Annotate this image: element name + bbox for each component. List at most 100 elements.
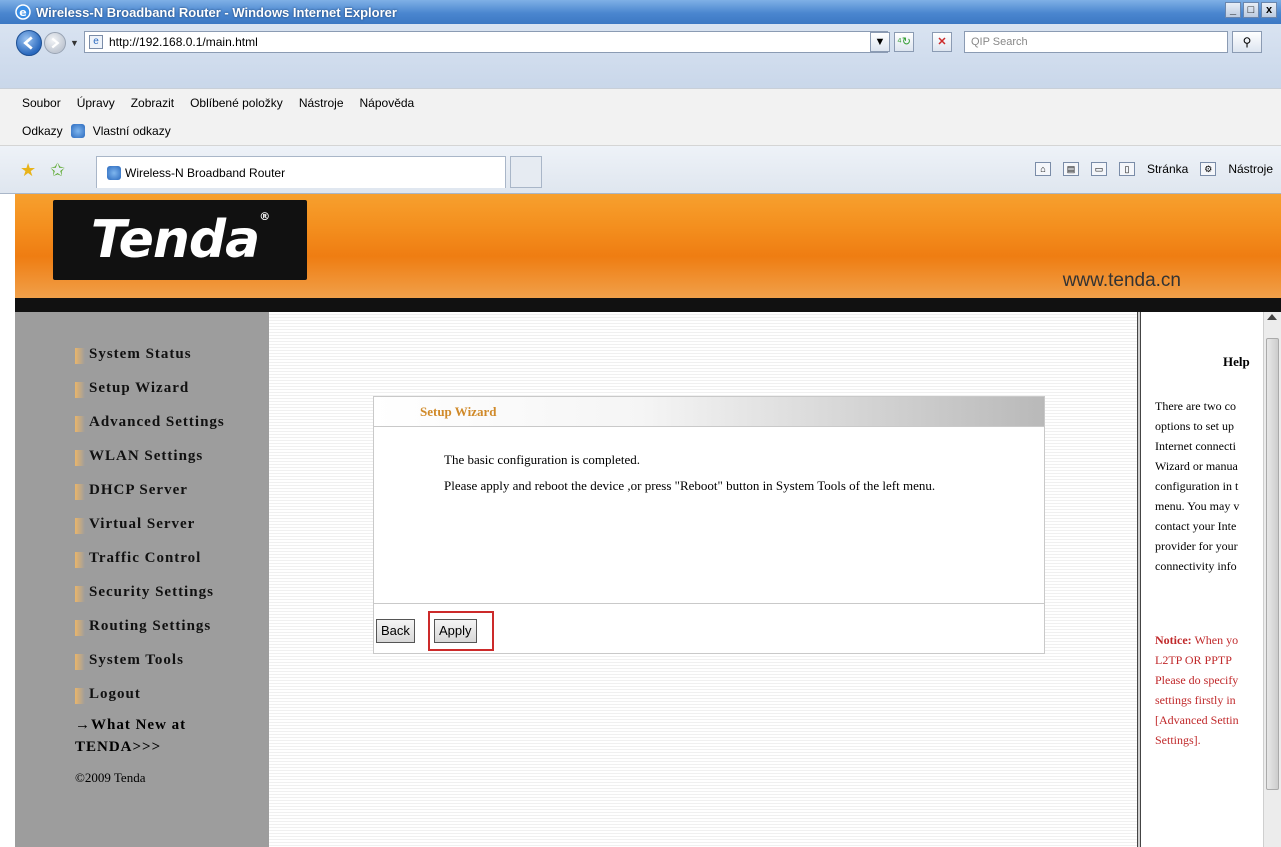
help-line: contact your Inte	[1155, 519, 1237, 533]
menu-bar: Soubor Úpravy Zobrazit Oblíbené položky …	[0, 88, 1281, 116]
tools-menu[interactable]: Nástroje	[1228, 162, 1273, 176]
menu-oblibene[interactable]: Oblíbené položky	[190, 96, 283, 110]
tab-ie-icon	[107, 165, 121, 180]
maximize-button[interactable]: □	[1243, 2, 1259, 18]
search-input[interactable]: QIP Search	[964, 31, 1228, 53]
banner: Tenda® www.tenda.cn	[15, 194, 1281, 298]
help-line: provider for your	[1155, 539, 1238, 553]
notice-line: Please do specify	[1155, 673, 1239, 687]
menu-napoveda[interactable]: Nápověda	[360, 96, 415, 110]
svg-text:e: e	[19, 6, 26, 19]
site-url: www.tenda.cn	[1062, 270, 1181, 291]
address-row: ▼ e http://192.168.0.1/main.html ▼ ⁴↻ ✕ …	[0, 24, 1281, 88]
help-line: connectivity info	[1155, 559, 1237, 573]
logo-text: Tenda®	[90, 210, 270, 270]
setup-wizard-panel: Setup Wizard The basic configuration is …	[373, 396, 1045, 654]
message-line2: Please apply and reboot the device ,or p…	[444, 478, 936, 493]
help-line: options to set up	[1155, 419, 1235, 433]
ie-link-icon	[70, 123, 85, 138]
help-notice: Notice: When yo L2TP OR PPTP Please do s…	[1155, 630, 1263, 750]
help-line: configuration in t	[1155, 479, 1239, 493]
apply-button[interactable]: Apply	[434, 619, 477, 643]
add-favorite-icon[interactable]: ✩	[50, 160, 65, 181]
home-icon[interactable]: ⌂	[1034, 162, 1051, 176]
menu-nastroje[interactable]: Nástroje	[299, 96, 344, 110]
nav-system-tools[interactable]: System Tools	[75, 652, 225, 686]
router-page: Tenda® www.tenda.cn System Status Setup …	[15, 194, 1281, 847]
history-dropdown-icon[interactable]: ▼	[70, 38, 79, 48]
print-icon[interactable]: ▭	[1090, 162, 1107, 176]
nav-dhcp-server[interactable]: DHCP Server	[75, 482, 225, 516]
menu-upravy[interactable]: Úpravy	[77, 96, 115, 110]
whats-new-link[interactable]: →What New at TENDA>>>	[75, 714, 255, 758]
message-line1: The basic configuration is completed.	[444, 452, 641, 467]
new-tab-button[interactable]	[510, 156, 542, 188]
banner-divider	[15, 298, 1281, 312]
panel-separator	[374, 603, 1044, 604]
nav-routing-settings[interactable]: Routing Settings	[75, 618, 225, 652]
forward-arrow-icon	[51, 37, 60, 49]
main-content: Setup Wizard The basic configuration is …	[269, 312, 1137, 847]
favorites-star-icon[interactable]: ★	[20, 160, 36, 181]
refresh-button[interactable]: ⁴↻	[894, 32, 914, 52]
back-arrow-icon	[23, 36, 33, 50]
menu-zobrazit[interactable]: Zobrazit	[131, 96, 174, 110]
page-menu-icon: ▯	[1118, 162, 1135, 176]
tenda-logo: Tenda®	[53, 200, 307, 280]
whats-new-line1: →What New at	[75, 717, 187, 733]
whats-new-line2: TENDA>>>	[75, 739, 162, 755]
notice-label: Notice:	[1155, 633, 1192, 647]
panel-message: The basic configuration is completed. Pl…	[444, 449, 1004, 497]
tools-gear-icon: ⚙	[1200, 162, 1217, 176]
search-button[interactable]: ⚲	[1232, 31, 1262, 53]
url-text: http://192.168.0.1/main.html	[109, 35, 258, 49]
feeds-icon[interactable]: ▤	[1062, 162, 1079, 176]
notice-line: [Advanced Settin	[1155, 713, 1239, 727]
page-menu[interactable]: Stránka	[1147, 162, 1188, 176]
nav-virtual-server[interactable]: Virtual Server	[75, 516, 225, 550]
tab-router[interactable]: Wireless-N Broadband Router	[96, 156, 506, 188]
custom-links-item[interactable]: Vlastní odkazy	[93, 124, 171, 138]
sidebar: System Status Setup Wizard Advanced Sett…	[15, 312, 269, 847]
scroll-thumb[interactable]	[1266, 338, 1279, 790]
help-panel: Help There are two co options to set up …	[1141, 312, 1263, 847]
nav-advanced-settings[interactable]: Advanced Settings	[75, 414, 225, 448]
help-text: There are two co options to set up Inter…	[1155, 396, 1263, 576]
notice-line: When yo	[1191, 633, 1239, 647]
nav-wlan-settings[interactable]: WLAN Settings	[75, 448, 225, 482]
links-label: Odkazy	[22, 123, 63, 138]
back-nav-button[interactable]	[16, 30, 42, 56]
nav-system-status[interactable]: System Status	[75, 346, 225, 380]
url-input[interactable]: e http://192.168.0.1/main.html	[84, 31, 888, 53]
search-icon: ⚲	[1242, 35, 1252, 49]
nav-traffic-control[interactable]: Traffic Control	[75, 550, 225, 584]
window-controls: _ □ x	[1225, 2, 1277, 18]
notice-line: L2TP OR PPTP	[1155, 653, 1232, 667]
tab-row: ★ ✩ Wireless-N Broadband Router ⌂ ▤ ▭ ▯ …	[0, 146, 1281, 194]
links-bar: Odkazy Vlastní odkazy	[0, 116, 1281, 146]
menu-soubor[interactable]: Soubor	[22, 96, 61, 110]
help-scrollbar[interactable]	[1263, 312, 1281, 847]
help-line: Wizard or manua	[1155, 459, 1238, 473]
notice-line: settings firstly in	[1155, 693, 1236, 707]
tab-title: Wireless-N Broadband Router	[125, 165, 286, 180]
notice-line: Settings].	[1155, 733, 1201, 747]
window-title: Wireless-N Broadband Router - Windows In…	[36, 4, 397, 20]
help-line: Internet connecti	[1155, 439, 1236, 453]
window-titlebar: e Wireless-N Broadband Router - Windows …	[0, 0, 1281, 24]
url-dropdown-button[interactable]: ▼	[870, 32, 890, 52]
stop-button[interactable]: ✕	[932, 32, 952, 52]
ie-logo-icon: e	[15, 4, 31, 20]
help-line: menu. You may v	[1155, 499, 1240, 513]
back-button[interactable]: Back	[376, 619, 415, 643]
forward-nav-button[interactable]	[44, 32, 66, 54]
nav-security-settings[interactable]: Security Settings	[75, 584, 225, 618]
close-button[interactable]: x	[1261, 2, 1277, 18]
help-line: There are two co	[1155, 399, 1236, 413]
help-title: Help	[1223, 354, 1250, 369]
nav-setup-wizard[interactable]: Setup Wizard	[75, 380, 225, 414]
scroll-up-icon[interactable]	[1267, 314, 1277, 320]
command-bar: ⌂ ▤ ▭ ▯ Stránka ⚙ Nástroje	[1034, 162, 1273, 176]
panel-title: Setup Wizard	[374, 397, 1044, 427]
minimize-button[interactable]: _	[1225, 2, 1241, 18]
